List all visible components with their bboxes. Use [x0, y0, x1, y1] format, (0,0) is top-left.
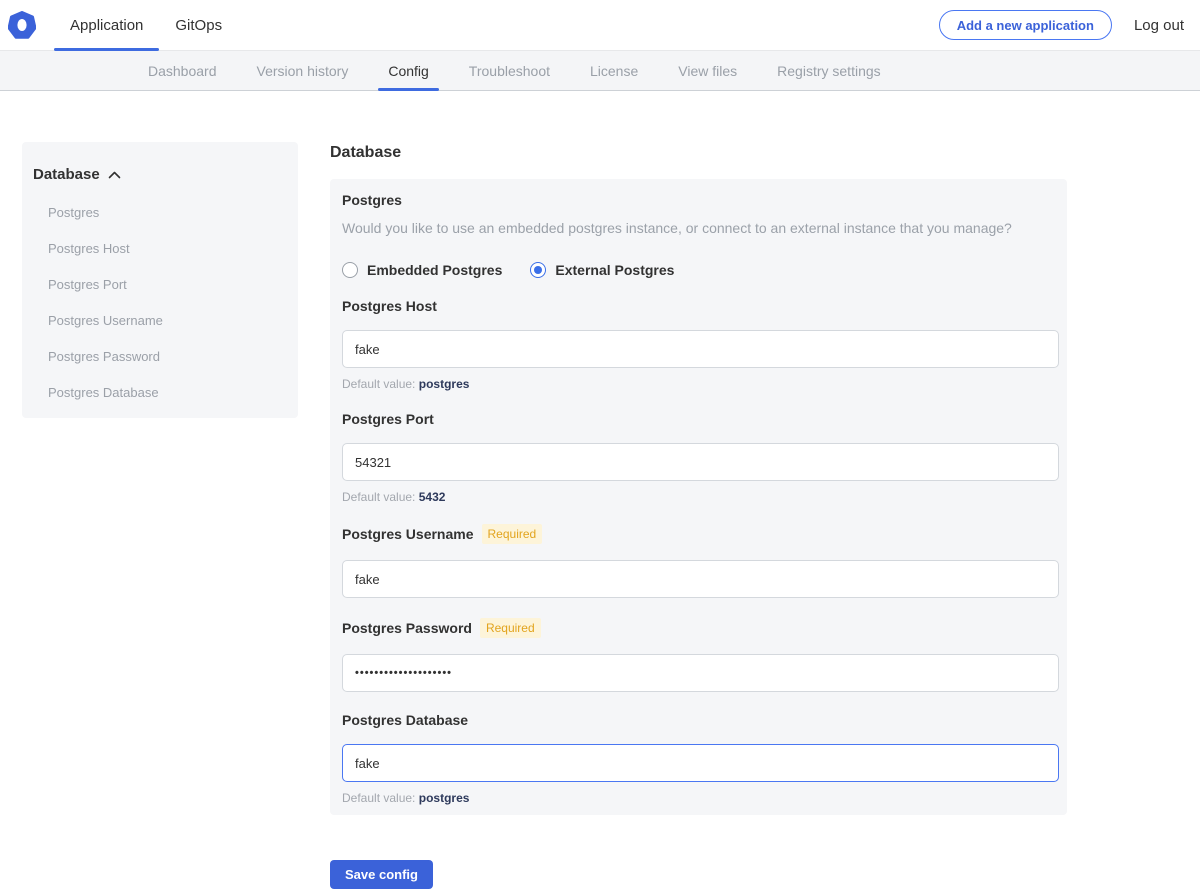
default-value-hint: Default value: postgres [342, 791, 1057, 805]
app-logo-icon [8, 11, 36, 39]
config-page: Database Postgres Postgres Host Postgres… [0, 91, 1200, 889]
save-config-button[interactable]: Save config [330, 860, 433, 889]
sidebar-group-database[interactable]: Database [33, 166, 286, 183]
field-postgres-database: Postgres Database Default value: postgre… [342, 712, 1057, 805]
group-title: Postgres [342, 192, 1057, 208]
radio-circle-icon [530, 262, 546, 278]
tab-view-files[interactable]: View files [658, 51, 757, 90]
tab-license[interactable]: License [570, 51, 658, 90]
default-value-hint: Default value: postgres [342, 377, 1057, 391]
field-label: Postgres Password [342, 620, 472, 636]
default-value-hint: Default value: 5432 [342, 490, 1057, 504]
tab-config[interactable]: Config [368, 51, 448, 90]
required-badge: Required [480, 618, 541, 638]
tab-registry-settings[interactable]: Registry settings [757, 51, 900, 90]
top-tab-bar: Application GitOps [54, 0, 238, 50]
sidebar-item-postgres[interactable]: Postgres [48, 205, 286, 220]
postgres-port-input[interactable] [342, 443, 1059, 481]
sidebar-item-postgres-port[interactable]: Postgres Port [48, 277, 286, 292]
required-badge: Required [482, 524, 543, 544]
top-tab-gitops[interactable]: GitOps [159, 0, 238, 50]
config-sidebar: Database Postgres Postgres Host Postgres… [22, 142, 298, 418]
field-label: Postgres Username [342, 526, 474, 542]
postgres-password-input[interactable] [342, 654, 1059, 692]
sidebar-item-postgres-username[interactable]: Postgres Username [48, 313, 286, 328]
field-label: Postgres Host [342, 298, 437, 314]
sidebar-item-postgres-database[interactable]: Postgres Database [48, 385, 286, 400]
radio-circle-icon [342, 262, 358, 278]
top-nav-right: Add a new application Log out [939, 10, 1184, 40]
field-label: Postgres Port [342, 411, 434, 427]
config-main: Database Postgres Would you like to use … [330, 144, 1067, 889]
postgres-database-input[interactable] [342, 744, 1059, 782]
postgres-username-input[interactable] [342, 560, 1059, 598]
sidebar-item-postgres-password[interactable]: Postgres Password [48, 349, 286, 364]
postgres-mode-radio-group: Embedded Postgres External Postgres [342, 262, 1057, 278]
chevron-up-icon [108, 171, 121, 179]
field-label: Postgres Database [342, 712, 468, 728]
top-nav: Application GitOps Add a new application… [0, 0, 1200, 51]
tab-dashboard[interactable]: Dashboard [128, 51, 237, 90]
logout-link[interactable]: Log out [1134, 17, 1184, 34]
group-help-text: Would you like to use an embedded postgr… [342, 220, 1057, 236]
config-group-card: Postgres Would you like to use an embedd… [330, 179, 1067, 815]
radio-embedded-postgres[interactable]: Embedded Postgres [342, 262, 502, 278]
add-application-button[interactable]: Add a new application [939, 10, 1112, 40]
sidebar-item-list: Postgres Postgres Host Postgres Port Pos… [33, 205, 286, 400]
field-postgres-host: Postgres Host Default value: postgres [342, 298, 1057, 391]
radio-external-postgres[interactable]: External Postgres [530, 262, 674, 278]
radio-label: External Postgres [555, 262, 674, 278]
app-tab-bar: Dashboard Version history Config Trouble… [0, 51, 1200, 91]
field-postgres-username: Postgres Username Required [342, 524, 1057, 598]
postgres-host-input[interactable] [342, 330, 1059, 368]
top-tab-label: GitOps [175, 17, 222, 34]
section-heading: Database [330, 144, 1067, 162]
top-tab-application[interactable]: Application [54, 0, 159, 50]
radio-label: Embedded Postgres [367, 262, 502, 278]
field-postgres-password: Postgres Password Required [342, 618, 1057, 692]
field-postgres-port: Postgres Port Default value: 5432 [342, 411, 1057, 504]
sidebar-group-label: Database [33, 166, 100, 183]
top-tab-label: Application [70, 17, 143, 34]
tab-troubleshoot[interactable]: Troubleshoot [449, 51, 570, 90]
sidebar-item-postgres-host[interactable]: Postgres Host [48, 241, 286, 256]
tab-version-history[interactable]: Version history [237, 51, 369, 90]
